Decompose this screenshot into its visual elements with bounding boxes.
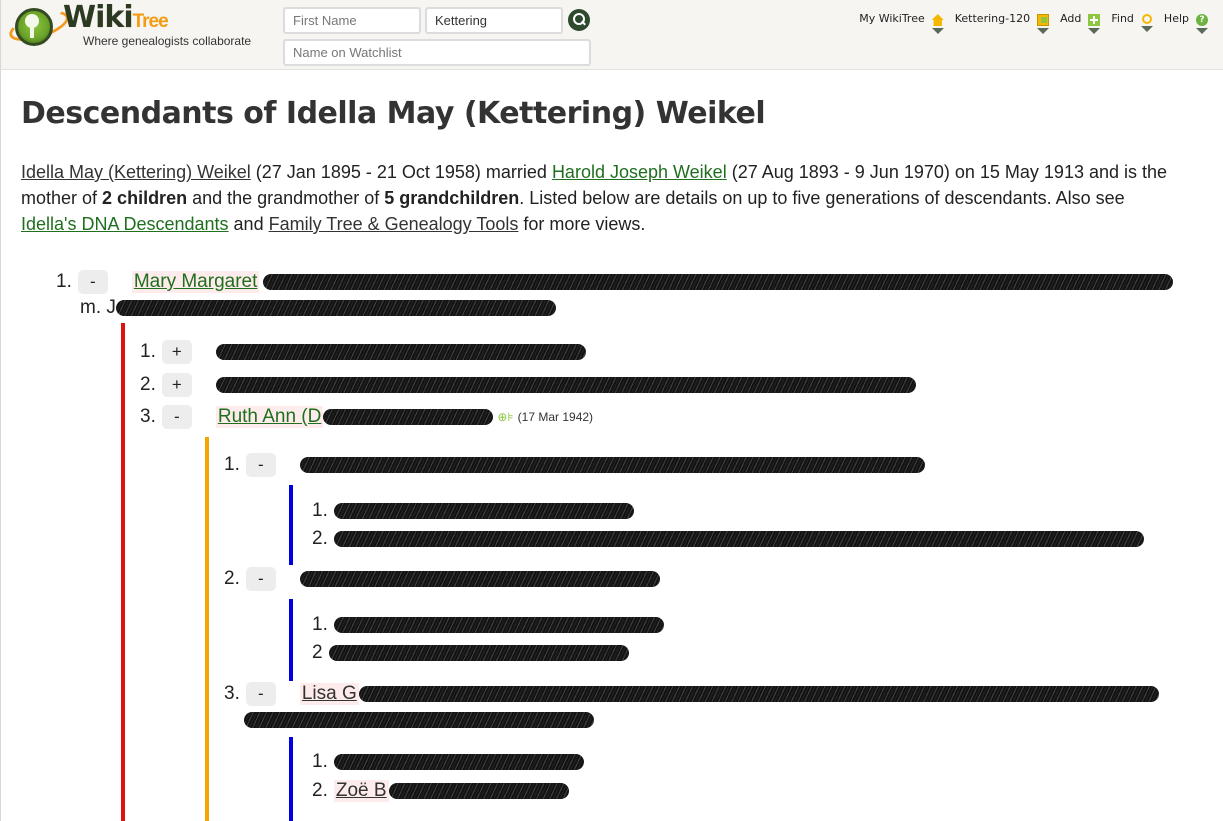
generation-bar: [289, 737, 293, 821]
redacted-text: [328, 645, 629, 661]
item-number: 1.: [140, 341, 156, 362]
redacted-text: [358, 686, 1159, 702]
list-item: 1.: [312, 749, 584, 775]
list-item: 2. +: [140, 372, 916, 398]
generation-bar: [289, 599, 293, 681]
person-link[interactable]: Zoë B: [333, 780, 389, 802]
person-link[interactable]: Lisa G: [299, 683, 359, 705]
item-number: 2.: [312, 780, 328, 801]
generation-bar: [205, 437, 209, 821]
item-number: 1.: [56, 271, 72, 292]
expand-toggle[interactable]: +: [161, 340, 192, 364]
redacted-text: [215, 344, 586, 360]
list-item: 1. +: [140, 339, 586, 365]
item-number: 1.: [312, 614, 328, 635]
person-link[interactable]: Ruth Ann (D: [215, 406, 324, 428]
spouse-prefix: m. J: [80, 297, 116, 318]
list-item: 1.: [312, 498, 634, 524]
family-tree-icon[interactable]: ⊕⊧: [497, 410, 513, 424]
generation-bar: [289, 485, 293, 565]
redacted-text: [333, 503, 634, 519]
spouse-line: m. J: [80, 295, 556, 321]
redacted-text: [299, 571, 660, 587]
list-item: 1. -: [224, 452, 925, 478]
item-number: 2.: [140, 374, 156, 395]
collapse-toggle[interactable]: -: [161, 405, 192, 429]
expand-toggle[interactable]: +: [161, 373, 192, 397]
collapse-toggle[interactable]: -: [77, 270, 108, 294]
list-item: 2. -: [224, 566, 660, 592]
list-item: 2.: [312, 526, 1144, 552]
list-item: 3. - Lisa G: [224, 681, 1159, 707]
item-number: 1.: [312, 751, 328, 772]
redacted-text: [388, 783, 569, 799]
descendants-tree: 1. - Mary Margaret m. J 1. + 2. + 3. - R…: [0, 0, 1223, 821]
list-item: 2: [312, 640, 629, 666]
item-number: 2: [312, 642, 323, 663]
list-item: 2. Zoë B: [312, 778, 569, 804]
item-number: 1.: [312, 500, 328, 521]
redacted-text: [244, 712, 594, 728]
collapse-toggle[interactable]: -: [245, 453, 276, 477]
birth-date: (17 Mar 1942): [517, 410, 594, 424]
item-number: 2.: [224, 568, 240, 589]
redacted-text: [323, 409, 494, 425]
item-number: 2.: [312, 528, 328, 549]
item-number: 3.: [224, 683, 240, 704]
redacted-text: [215, 377, 916, 393]
generation-bar: [121, 323, 125, 821]
list-item: 3. - Ruth Ann (D ⊕⊧ (17 Mar 1942): [140, 404, 593, 430]
redacted-text: [299, 457, 925, 473]
person-link[interactable]: Mary Margaret: [131, 271, 260, 293]
redacted-text: [333, 754, 584, 770]
item-number: 3.: [140, 406, 156, 427]
redacted-text: [263, 274, 1174, 290]
spouse-line: [244, 707, 594, 733]
redacted-text: [115, 300, 556, 316]
collapse-toggle[interactable]: -: [245, 567, 276, 591]
list-item: 1.: [312, 612, 664, 638]
redacted-text: [333, 531, 1144, 547]
collapse-toggle[interactable]: -: [245, 682, 276, 706]
list-item: 1. - Mary Margaret: [56, 269, 1174, 295]
redacted-text: [333, 617, 664, 633]
item-number: 1.: [224, 454, 240, 475]
